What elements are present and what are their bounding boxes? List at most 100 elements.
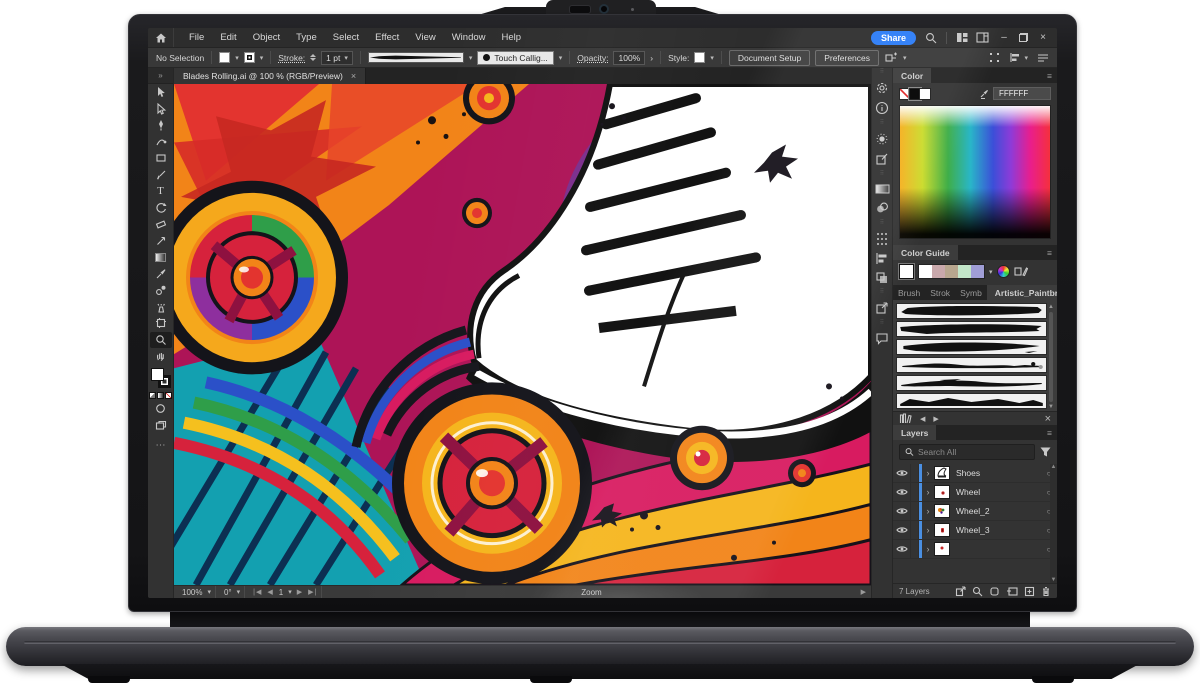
- brush-definition[interactable]: Touch Callig...: [477, 50, 554, 65]
- tab-color[interactable]: Color: [893, 68, 932, 83]
- filter-funnel-icon[interactable]: [1040, 447, 1051, 457]
- layers-scrollbar[interactable]: ▲ ▼: [1050, 464, 1057, 583]
- isolate-caret-icon[interactable]: ▾: [903, 54, 907, 62]
- visibility-eye-icon[interactable]: [893, 540, 911, 558]
- opacity-label[interactable]: Opacity:: [577, 53, 608, 63]
- next-brush-icon[interactable]: ▶: [933, 415, 938, 423]
- brush-libraries-icon[interactable]: [899, 413, 912, 424]
- export-panel-icon[interactable]: [875, 301, 889, 315]
- brush-preset-2[interactable]: [896, 321, 1047, 337]
- base-color-swatch[interactable]: [898, 263, 915, 280]
- search-icon[interactable]: [925, 32, 937, 44]
- fill-caret-icon[interactable]: ▾: [235, 54, 239, 62]
- width-profile-caret-icon[interactable]: ▾: [469, 54, 473, 62]
- menu-item-edit[interactable]: Edit: [213, 29, 243, 46]
- restore-button[interactable]: [1019, 33, 1028, 42]
- new-layer-icon[interactable]: [1024, 586, 1035, 597]
- scroll-down-icon[interactable]: ▼: [1048, 404, 1054, 410]
- color-panel-menu-icon[interactable]: ≡: [1042, 68, 1057, 83]
- tab-artistic-paintbrush[interactable]: Artistic_Paintbrush: [986, 285, 1057, 300]
- panel-list-icon[interactable]: [1037, 53, 1049, 63]
- expand-layer-icon[interactable]: ›: [922, 468, 934, 478]
- share-button[interactable]: Share: [870, 30, 916, 45]
- rotation-control[interactable]: 0° ▾: [220, 586, 246, 598]
- menu-item-view[interactable]: View: [408, 29, 442, 46]
- menu-item-type[interactable]: Type: [289, 29, 324, 46]
- pathfinder-icon[interactable]: [875, 271, 889, 284]
- rectangle-tool[interactable]: [150, 150, 172, 167]
- layer-thumbnail[interactable]: [934, 466, 950, 480]
- visibility-eye-icon[interactable]: [893, 521, 911, 539]
- layer-row-wheel-3[interactable]: › Wheel_3 ○: [893, 521, 1057, 540]
- blend-tool[interactable]: [150, 282, 172, 299]
- tab-stroke[interactable]: Strok: [925, 285, 955, 300]
- direct-selection-tool[interactable]: [150, 101, 172, 118]
- appearance-icon[interactable]: [875, 132, 889, 146]
- layer-thumbnail[interactable]: [934, 542, 950, 556]
- type-tool[interactable]: T: [150, 183, 172, 200]
- pen-tool[interactable]: [150, 117, 172, 134]
- gradient-panel-icon[interactable]: [875, 183, 890, 195]
- isolate-icon[interactable]: [884, 52, 898, 64]
- opacity-more-icon[interactable]: ›: [650, 53, 653, 63]
- menu-item-window[interactable]: Window: [445, 29, 493, 46]
- artboard-canvas[interactable]: [174, 84, 871, 585]
- expand-layer-icon[interactable]: ›: [922, 506, 934, 516]
- align-panel-icon[interactable]: [875, 252, 889, 265]
- visibility-eye-icon[interactable]: [893, 483, 911, 501]
- style-swatch[interactable]: [694, 52, 706, 63]
- brushes-scrollbar[interactable]: ▲ ▼: [1047, 303, 1055, 411]
- transparency-icon[interactable]: [875, 201, 889, 215]
- tab-brushes[interactable]: Brush: [893, 285, 925, 300]
- curvature-tool[interactable]: [150, 134, 172, 151]
- white-swatch[interactable]: [919, 87, 931, 100]
- fill-stroke-control[interactable]: [150, 367, 171, 388]
- layer-thumbnail[interactable]: [934, 485, 950, 499]
- pattern-options-icon[interactable]: [875, 232, 889, 246]
- expand-layer-icon[interactable]: ›: [922, 544, 934, 554]
- stroke-weight-stepper[interactable]: [310, 54, 317, 61]
- new-sublayer-icon[interactable]: [1006, 586, 1018, 597]
- paintbrush-tool[interactable]: [150, 167, 172, 184]
- harmony-caret-icon[interactable]: ▾: [989, 268, 993, 276]
- rotate-tool[interactable]: [150, 200, 172, 217]
- info-icon[interactable]: [875, 101, 889, 115]
- layer-row-wheel-2[interactable]: › Wheel_2 ○: [893, 502, 1057, 521]
- brush-preset-3[interactable]: [896, 339, 1047, 355]
- eyedropper-tool[interactable]: [150, 266, 172, 283]
- menu-item-file[interactable]: File: [182, 29, 211, 46]
- eraser-tool[interactable]: [150, 216, 172, 233]
- stroke-color-swatch[interactable]: [243, 52, 255, 63]
- arrange-documents-icon[interactable]: [956, 32, 969, 43]
- workspace-switcher-icon[interactable]: [976, 32, 989, 43]
- edit-toolbar-button[interactable]: ⋯: [156, 440, 166, 451]
- brush-preset-6[interactable]: [896, 393, 1047, 409]
- color-guide-menu-icon[interactable]: ≡: [1042, 245, 1057, 260]
- hex-value-field[interactable]: FFFFFF: [993, 87, 1051, 100]
- brush-caret-icon[interactable]: ▾: [559, 54, 563, 62]
- menu-item-effect[interactable]: Effect: [368, 29, 406, 46]
- comments-icon[interactable]: [875, 332, 889, 345]
- collect-for-export-icon[interactable]: [955, 585, 966, 597]
- edit-colors-icon[interactable]: [1013, 265, 1028, 278]
- artboard-number[interactable]: 1: [279, 588, 283, 597]
- prev-artboard-button[interactable]: ◀: [267, 588, 273, 596]
- stroke-label[interactable]: Stroke:: [278, 53, 305, 63]
- visibility-eye-icon[interactable]: [893, 502, 911, 520]
- harmony-swatches[interactable]: [918, 264, 985, 279]
- selection-tool[interactable]: [150, 84, 172, 101]
- none-mode-icon[interactable]: [165, 391, 172, 399]
- layers-search-field[interactable]: [899, 444, 1035, 460]
- status-bar-more-icon[interactable]: ▶: [861, 588, 867, 596]
- tab-color-guide[interactable]: Color Guide: [893, 245, 958, 260]
- scale-tool[interactable]: [150, 233, 172, 250]
- zoom-tool[interactable]: [149, 331, 172, 348]
- graphic-styles-icon[interactable]: [875, 152, 889, 166]
- last-artboard-button[interactable]: ▶|: [308, 588, 317, 596]
- layer-row-shoes[interactable]: › Shoes ○: [893, 464, 1057, 483]
- layers-menu-icon[interactable]: ≡: [1042, 425, 1057, 440]
- layer-thumbnail[interactable]: [934, 523, 950, 537]
- opacity-value[interactable]: 100%: [613, 50, 646, 65]
- scroll-up-icon[interactable]: ▲: [1048, 304, 1054, 310]
- prev-brush-icon[interactable]: ◀: [920, 415, 925, 423]
